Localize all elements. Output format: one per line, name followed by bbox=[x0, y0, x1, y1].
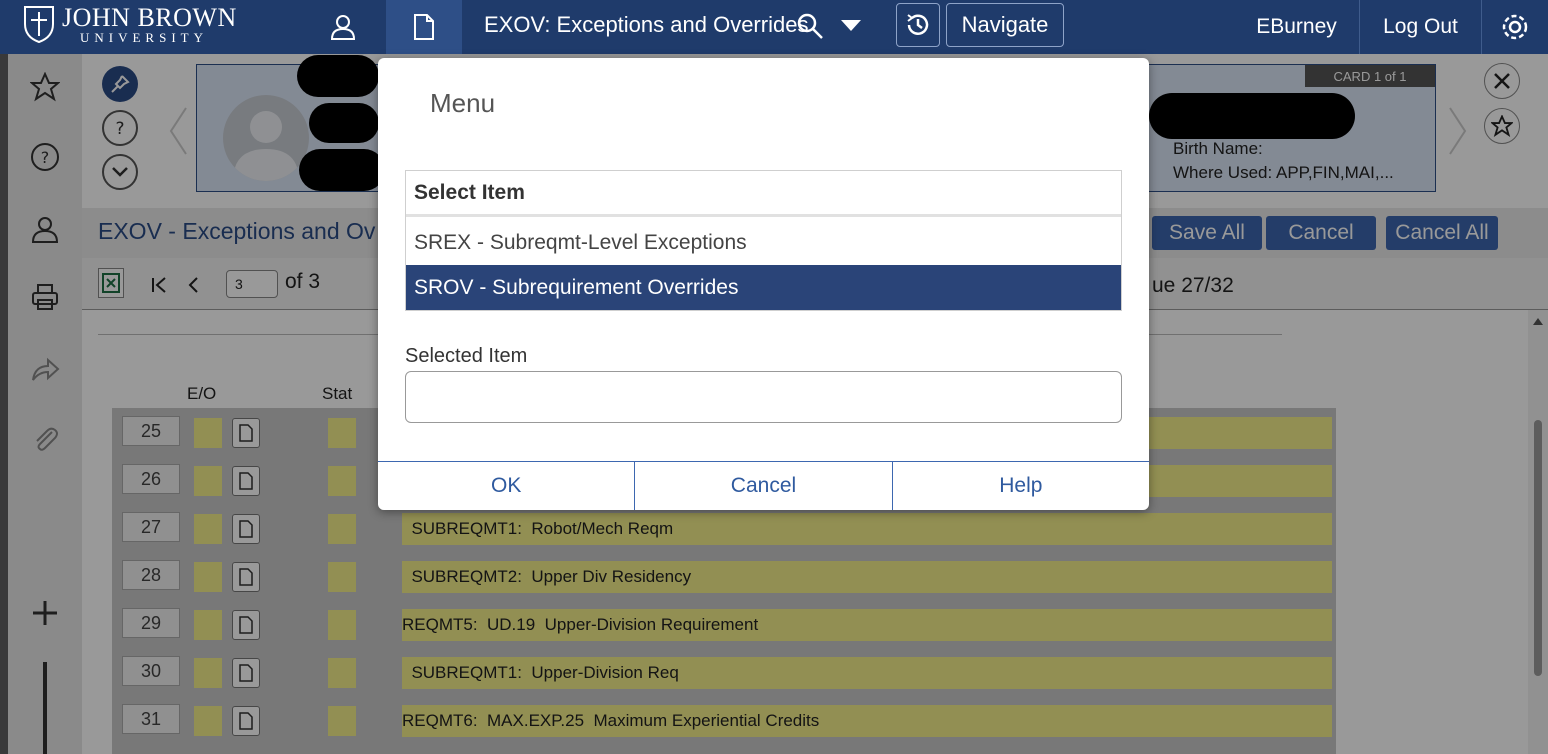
top-bar: JOHN BROWN UNIVERSITY EXOV: Exceptions a… bbox=[0, 0, 1548, 54]
selected-item-label: Selected Item bbox=[405, 345, 528, 367]
user-icon bbox=[330, 15, 356, 40]
search-icon[interactable] bbox=[796, 12, 824, 40]
university-logo: JOHN BROWN UNIVERSITY bbox=[22, 4, 237, 44]
form-title: EXOV: Exceptions and Overrides bbox=[484, 12, 809, 37]
username-link[interactable]: EBurney bbox=[1234, 0, 1360, 54]
navigate-button[interactable]: Navigate bbox=[946, 3, 1064, 47]
selected-item-input[interactable] bbox=[405, 371, 1122, 423]
settings-button[interactable] bbox=[1482, 0, 1548, 54]
dialog-help-button[interactable]: Help bbox=[893, 462, 1149, 510]
chevron-down-icon[interactable] bbox=[840, 18, 862, 32]
select-item-list: Select Item SREX - Subreqmt-Level Except… bbox=[405, 170, 1122, 311]
logout-button[interactable]: Log Out bbox=[1360, 0, 1482, 54]
gear-icon bbox=[1502, 14, 1528, 40]
dialog-title: Menu bbox=[430, 88, 496, 118]
list-header: Select Item bbox=[406, 171, 1121, 217]
form-document-button[interactable] bbox=[386, 0, 462, 54]
history-button[interactable] bbox=[896, 3, 940, 47]
dialog-cancel-button[interactable]: Cancel bbox=[635, 462, 893, 510]
menu-dialog: Menu Select Item SREX - Subreqmt-Level E… bbox=[378, 58, 1149, 510]
logo-subtitle: UNIVERSITY bbox=[80, 29, 208, 45]
list-item-srov[interactable]: SROV - Subrequirement Overrides bbox=[406, 265, 1121, 310]
list-item-srex[interactable]: SREX - Subreqmt-Level Exceptions bbox=[406, 220, 1121, 265]
shield-logo-icon bbox=[24, 6, 54, 44]
dialog-footer: OK Cancel Help bbox=[378, 461, 1149, 510]
document-icon bbox=[414, 14, 434, 40]
user-menu-button[interactable] bbox=[308, 0, 378, 54]
logo-name: JOHN BROWN bbox=[62, 2, 237, 32]
ok-button[interactable]: OK bbox=[378, 462, 636, 510]
history-icon bbox=[907, 14, 929, 35]
